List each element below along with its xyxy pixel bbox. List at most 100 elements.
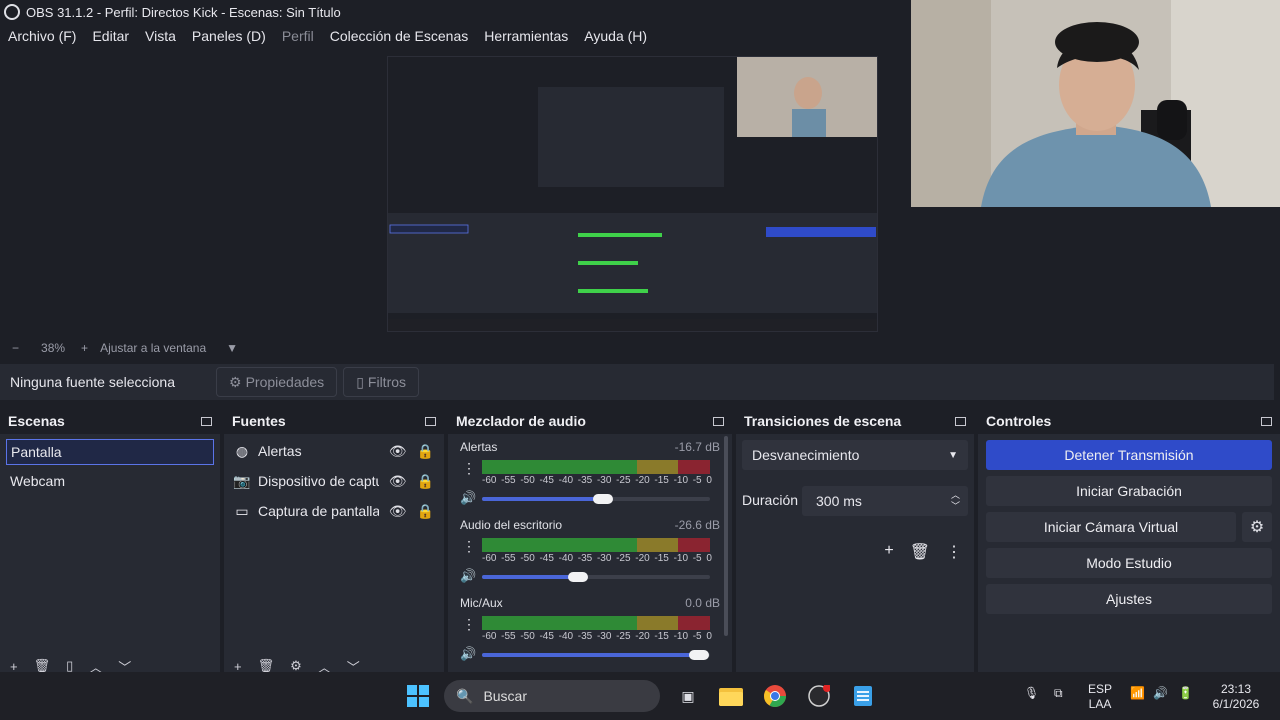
volume-slider-knob[interactable] (567, 572, 588, 582)
source-toolbar: Ninguna fuente selecciona ⚙ Propiedades … (0, 364, 1274, 400)
duration-value: 300 ms (816, 493, 862, 509)
menu-perfil[interactable]: Perfil (274, 28, 322, 44)
tick-label: -30 (596, 553, 612, 564)
scenes-dock: Escenas Pantalla Webcam + 🗑 ▯ ︿ ﹀ (0, 408, 220, 675)
channel-menu-icon[interactable]: ⋮ (462, 616, 476, 633)
add-icon[interactable]: + (884, 542, 893, 562)
device-icon[interactable]: ⧉ (1054, 686, 1063, 701)
audio-mixer-dock: Mezclador de audio Alertas -16.7 dB ⋮ -60 -5… (448, 408, 732, 672)
menu-herramientas[interactable]: Herramientas (476, 28, 576, 44)
sources-header: Fuentes (224, 408, 444, 434)
start-virtual-camera-button[interactable]: Iniciar Cámara Virtual (986, 512, 1236, 542)
fit-window-label[interactable]: Ajustar a la ventana (100, 341, 206, 355)
menu-archivo[interactable]: Archivo (F) (0, 28, 84, 44)
tick-label: -60 (482, 475, 497, 486)
undock-icon[interactable] (425, 416, 436, 426)
tick-label: 0 (706, 553, 712, 564)
windows-logo-icon (407, 685, 429, 707)
tick-label: -50 (520, 553, 535, 564)
lock-icon[interactable]: 🔒 (417, 473, 434, 490)
clock[interactable]: 23:13 6/1/2026 (1206, 682, 1266, 712)
tick-label: -25 (616, 475, 631, 486)
scene-item-pantalla[interactable]: Pantalla (6, 439, 214, 465)
filters-label: Filtros (367, 374, 407, 390)
source-item-capture-device[interactable]: 📷 Dispositivo de captura 👁 🔒 (224, 466, 444, 496)
undock-icon[interactable] (1261, 416, 1272, 426)
zoom-out-button[interactable]: − (12, 341, 19, 355)
tick-label: -15 (654, 553, 669, 564)
wifi-icon[interactable]: 📶 (1130, 686, 1145, 700)
channel-menu-icon[interactable]: ⋮ (462, 460, 476, 477)
eye-icon[interactable]: 👁 (389, 473, 407, 490)
speaker-icon[interactable]: 🔊 (460, 646, 476, 662)
menu-bar: Archivo (F) Editar Vista Paneles (D) Per… (0, 24, 910, 48)
lang-secondary: LAA (1088, 697, 1112, 711)
more-icon[interactable]: ⋮ (946, 542, 962, 562)
start-recording-button[interactable]: Iniciar Grabación (986, 476, 1272, 506)
lock-icon[interactable]: 🔒 (417, 443, 434, 460)
menu-editar[interactable]: Editar (84, 28, 137, 44)
zoom-dropdown-icon[interactable]: ▼ (226, 341, 238, 355)
eye-icon[interactable]: 👁 (389, 503, 407, 520)
lock-icon[interactable]: 🔒 (417, 503, 434, 520)
tick-label: -20 (635, 475, 650, 486)
mixer-channel: Mic/Aux 0.0 dB ⋮ -60 -55 -50 -45 -40 -35 -30 -25 -2… (448, 594, 732, 672)
stop-stream-button[interactable]: Detener Transmisión (986, 440, 1272, 470)
volume-slider-knob[interactable] (592, 494, 613, 504)
speaker-icon[interactable]: 🔊 (460, 490, 476, 506)
taskbar: 🔍 Buscar ▣ 🎙 ⧉ ESP LAA 📶 🔊 🔋 23:13 6/1/2… (0, 672, 1280, 720)
filters-button[interactable]: ▯ Filtros (343, 367, 420, 397)
speaker-icon[interactable]: 🔊 (460, 568, 476, 584)
properties-button[interactable]: ⚙ Propiedades (216, 367, 338, 397)
spin-arrows-icon[interactable]: ︿ ﹀ (951, 490, 960, 512)
language-indicator[interactable]: ESP LAA (1088, 682, 1112, 712)
filter-icon: ▯ (356, 373, 364, 390)
zoom-in-button[interactable]: + (81, 341, 88, 355)
no-source-label: Ninguna fuente selecciona (10, 374, 176, 390)
obs-taskbar-icon[interactable] (807, 684, 831, 708)
controls-title: Controles (986, 413, 1052, 429)
volume-icon[interactable]: 🔊 (1153, 686, 1168, 700)
obs-logo-icon (4, 4, 20, 20)
time: 23:13 (1220, 682, 1252, 696)
source-item-screen-capture[interactable]: ▭ Captura de pantalla 👁 🔒 (224, 496, 444, 526)
tick-label: -55 (501, 553, 516, 564)
battery-icon[interactable]: 🔋 (1178, 686, 1193, 700)
source-label: Captura de pantalla (258, 503, 379, 519)
volume-slider-knob[interactable] (688, 650, 709, 660)
scenes-title: Escenas (8, 413, 65, 429)
menu-vista[interactable]: Vista (137, 28, 184, 44)
file-explorer-icon[interactable] (719, 684, 743, 708)
windows-start-icon[interactable] (406, 684, 430, 708)
settings-button[interactable]: Ajustes (986, 584, 1272, 614)
undock-icon[interactable] (955, 416, 966, 426)
notepad-icon[interactable] (851, 684, 875, 708)
tick-label: -35 (577, 631, 593, 642)
scene-item-webcam[interactable]: Webcam (6, 468, 214, 494)
undock-icon[interactable] (201, 416, 212, 426)
tick-label: -40 (558, 631, 574, 642)
transition-select[interactable]: Desvanecimiento ▼ (742, 440, 968, 470)
menu-ayuda[interactable]: Ayuda (H) (576, 28, 655, 44)
chrome-icon[interactable] (763, 684, 787, 708)
channel-level: -16.7 dB (674, 440, 720, 454)
menu-paneles[interactable]: Paneles (D) (184, 28, 274, 44)
microphone-icon[interactable]: 🎙 (1024, 686, 1039, 700)
studio-mode-button[interactable]: Modo Estudio (986, 548, 1272, 578)
menu-coleccion[interactable]: Colección de Escenas (322, 28, 477, 44)
taskbar-search[interactable]: 🔍 Buscar (444, 680, 660, 712)
volume-fill (482, 497, 603, 501)
eye-icon[interactable]: 👁 (389, 443, 407, 460)
properties-label: Propiedades (245, 374, 325, 390)
tick-label: -20 (635, 631, 650, 642)
channel-level: -26.6 dB (674, 518, 720, 532)
channel-name: Mic/Aux (460, 596, 503, 610)
task-view-icon[interactable]: ▣ (676, 684, 700, 708)
gear-icon[interactable]: ⚙ (1242, 512, 1272, 542)
channel-menu-icon[interactable]: ⋮ (462, 538, 476, 555)
trash-icon[interactable]: 🗑 (910, 542, 930, 562)
tick-label: -50 (520, 631, 535, 642)
source-item-alertas[interactable]: ◍ Alertas 👁 🔒 (224, 436, 444, 466)
undock-icon[interactable] (713, 416, 724, 426)
duration-input[interactable]: 300 ms ︿ ﹀ (802, 486, 968, 516)
